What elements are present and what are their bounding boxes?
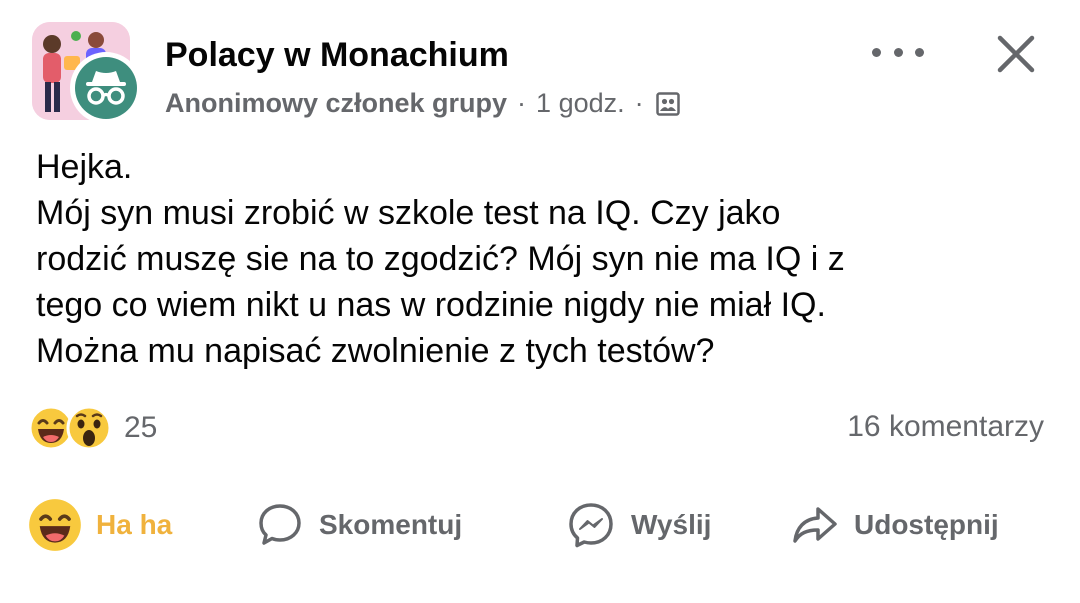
- messenger-icon: [569, 503, 613, 548]
- meta-separator: ·: [517, 88, 527, 118]
- comment-button[interactable]: Skomentuj: [255, 490, 462, 560]
- post-line: Hejka.: [36, 148, 133, 186]
- meta-separator-2: ·: [634, 88, 644, 118]
- comments-count[interactable]: 16 komentarzy: [847, 410, 1044, 444]
- share-button[interactable]: Udostępnij: [790, 490, 999, 560]
- more-options-icon[interactable]: [872, 40, 924, 64]
- send-label: Wyślij: [631, 509, 712, 540]
- send-button[interactable]: Wyślij: [565, 490, 711, 560]
- reaction-count: 25: [124, 411, 158, 444]
- incognito-icon: [86, 71, 126, 105]
- haha-reaction-button[interactable]: Ha ha: [28, 490, 172, 560]
- post-line: Można mu napisać zwolnienie z tych testó…: [36, 332, 715, 370]
- reactions-summary[interactable]: 25: [28, 405, 157, 451]
- wow-emoji-icon: [66, 405, 112, 451]
- author-name[interactable]: Anonimowy członek grupy: [165, 88, 507, 119]
- action-bar: Ha ha Skomentuj Wyślij Udostępnij: [0, 490, 1080, 560]
- haha-emoji-icon: [29, 499, 81, 551]
- post-body: Hejka. Mój syn musi zrobić w szkole test…: [36, 144, 1046, 374]
- comment-label: Skomentuj: [319, 509, 463, 540]
- post-line: Mój syn musi zrobić w szkole test na IQ.…: [36, 194, 781, 232]
- comment-icon: [259, 504, 301, 545]
- post-line: tego co wiem nikt u nas w rodzinie nigdy…: [36, 286, 826, 324]
- post-card: Polacy w Monachium Anonimowy członek gru…: [0, 0, 1080, 603]
- haha-label: Ha ha: [96, 509, 173, 540]
- post-meta: Anonimowy członek grupy · 1 godz. ·: [165, 88, 680, 119]
- share-arrow-icon: [793, 507, 837, 543]
- post-line: rodzić muszę sie na to zgodzić? Mój syn …: [36, 240, 845, 278]
- post-time[interactable]: 1 godz.: [536, 88, 625, 119]
- anonymous-badge: [70, 52, 142, 124]
- share-label: Udostępnij: [854, 509, 999, 540]
- close-icon[interactable]: [992, 30, 1040, 78]
- group-members-icon: [655, 91, 680, 116]
- group-name[interactable]: Polacy w Monachium: [165, 36, 509, 75]
